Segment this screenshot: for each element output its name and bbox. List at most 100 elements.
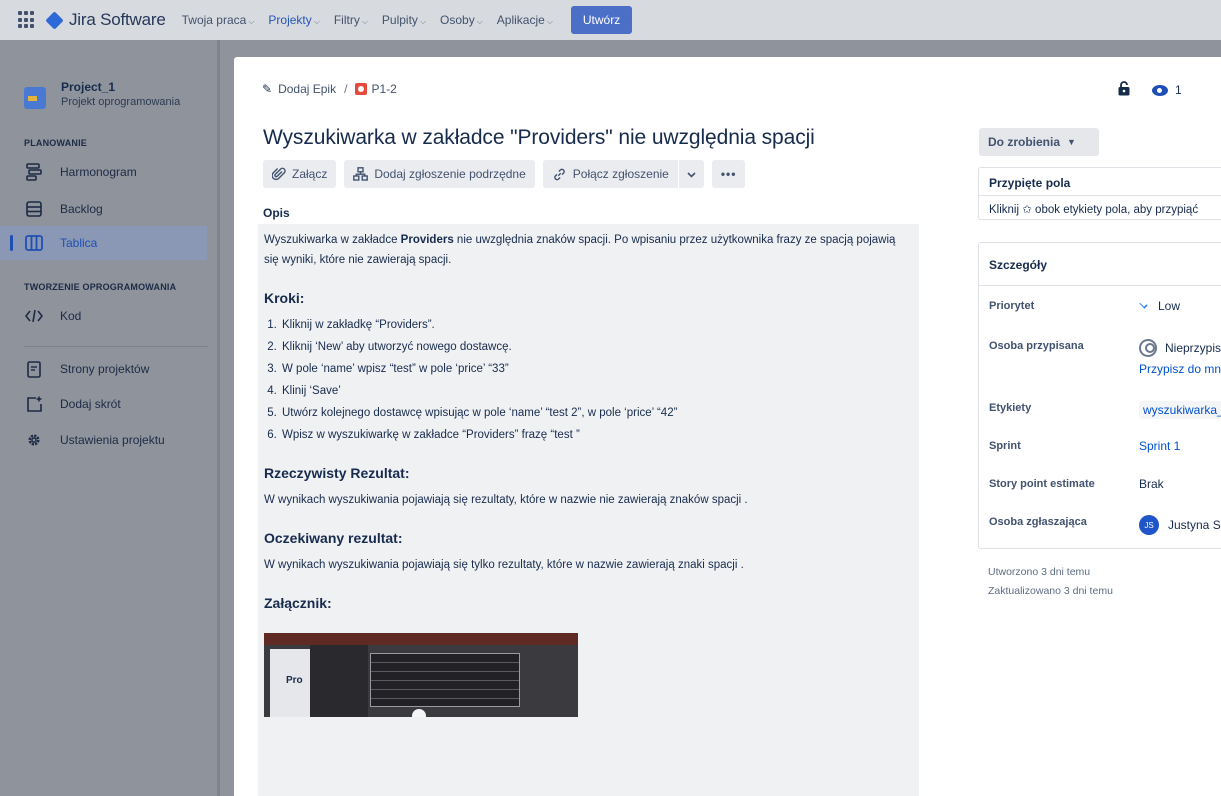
sidebar-item-code[interactable]: Kod [0, 299, 207, 333]
sidebar-item-label: Tablica [60, 236, 98, 250]
sidebar-item-backlog[interactable]: Backlog [0, 192, 207, 226]
nav-filters[interactable]: Filtry ⌵ [334, 13, 368, 27]
link-icon [552, 167, 567, 182]
active-indicator [10, 235, 13, 251]
updated-timestamp: Zaktualizowano 3 dni temu [988, 585, 1113, 597]
sidebar-item-project-pages[interactable]: Strony projektów [0, 352, 207, 386]
chevron-down-icon: ⌵ [361, 17, 368, 26]
nav-apps[interactable]: Aplikacje ⌵ [497, 13, 553, 27]
created-timestamp: Utworzono 3 dni temu [988, 566, 1091, 578]
add-shortcut-icon [25, 395, 43, 413]
list-item: Kliknij ‘New’ aby utworzyć nowego dostaw… [280, 337, 913, 357]
chevron-down-icon [687, 167, 696, 181]
eye-icon [1152, 84, 1168, 96]
issue-key-link[interactable]: P1-2 [371, 82, 396, 96]
chevron-down-icon: ⌵ [546, 17, 553, 26]
status-dropdown[interactable]: Do zrobienia ▼ [979, 128, 1099, 156]
app-switcher-icon[interactable] [18, 11, 36, 29]
brand-name: Jira Software [69, 10, 166, 29]
list-item: Utwórz kolejnego dostawcę wpisując w pol… [280, 403, 913, 423]
list-item: W pole ‘name’ wpisz “test” w pole ‘price… [280, 359, 913, 379]
details-heading[interactable]: Szczegóły [979, 243, 1221, 286]
avatar: JS [1139, 515, 1159, 535]
sidebar-item-label: Dodaj skrót [60, 397, 121, 411]
expected-result-text: W wynikach wyszukiwania pojawiają się ty… [264, 559, 744, 571]
assign-to-me-link[interactable]: Przypisz do mnie [1139, 362, 1221, 376]
top-navigation: Jira Software Twoja praca ⌵ Projekty ⌵ Fil… [0, 0, 1221, 40]
sidebar-resize-handle[interactable] [217, 40, 220, 796]
label-chip[interactable]: wyszukiwarka_ [1139, 401, 1221, 419]
actual-result-heading: Rzeczywisty Rezultat: [264, 465, 410, 481]
thumbnail-text: Pro [286, 675, 303, 686]
jira-logo[interactable]: Jira Software [45, 10, 166, 30]
watch-button[interactable]: 1 [1152, 83, 1182, 97]
sprint-link[interactable]: Sprint 1 [1139, 439, 1180, 453]
bug-icon [355, 83, 368, 95]
watcher-count: 1 [1175, 83, 1182, 97]
timeline-icon [25, 163, 43, 181]
play-icon[interactable] [412, 709, 426, 717]
project-name: Project_1 [61, 80, 116, 94]
description-heading: Opis [263, 206, 290, 220]
project-avatar [24, 87, 46, 109]
pencil-icon: ✎ [262, 82, 273, 96]
nav-people[interactable]: Osoby ⌵ [440, 13, 483, 27]
steps-list: Kliknij w zakładkę “Providers”. Kliknij … [264, 315, 913, 445]
section-development: TWORZENIE OPROGRAMOWANIA [24, 282, 177, 292]
expected-result-heading: Oczekiwany rezultat: [264, 530, 403, 546]
sidebar-divider [24, 346, 208, 347]
attachment-thumbnail[interactable]: Pro [264, 633, 578, 717]
sidebar-item-project-settings[interactable]: Ustawienia projektu [0, 423, 207, 457]
add-epic-link[interactable]: Dodaj Epik [278, 82, 336, 96]
board-icon [25, 234, 43, 252]
field-assignee[interactable]: Osoba przypisana Nieprzypisane Przypisz … [979, 326, 1221, 388]
pinned-fields-card: Przypięte pola Kliknij ✩ obok etykiety p… [978, 167, 1221, 220]
issue-toolbar: 1 [1118, 81, 1182, 99]
issue-view: ✎ Dodaj Epik / P1-2 1 Wyszukiwarka w zak… [234, 57, 1221, 796]
add-child-issue-button[interactable]: Dodaj zgłoszenie podrzędne [344, 160, 535, 188]
user-icon [1139, 339, 1157, 357]
chevron-down-icon: ⌵ [419, 17, 427, 26]
breadcrumb-separator: / [344, 82, 348, 96]
pinned-fields-heading: Przypięte pola [989, 176, 1071, 190]
steps-heading: Kroki: [264, 290, 305, 306]
details-card: Szczegóły Priorytet Low Osoba przypisana… [978, 242, 1221, 549]
backlog-icon [25, 200, 43, 218]
more-actions-button[interactable]: ••• [711, 160, 746, 188]
settings-icon [25, 431, 43, 449]
sidebar-item-board[interactable]: Tablica [0, 226, 207, 260]
description-intro: Wyszukiwarka w zakładce Providers nie uw… [264, 234, 896, 266]
project-type: Projekt oprogramowania [61, 96, 181, 108]
field-story-points[interactable]: Story point estimate Brak [979, 464, 1221, 502]
field-priority[interactable]: Priorytet Low [979, 286, 1221, 326]
paperclip-icon [272, 167, 286, 181]
link-issue-dropdown[interactable] [678, 160, 704, 188]
nav-projects[interactable]: Projekty ⌵ [268, 13, 319, 27]
chevron-down-icon: ⌵ [476, 17, 483, 26]
description-editor[interactable]: Wyszukiwarka w zakładce Providers nie uw… [258, 224, 919, 796]
sidebar-item-label: Backlog [60, 202, 103, 216]
issue-title[interactable]: Wyszukiwarka w zakładce "Providers" nie … [263, 126, 815, 150]
nav-your-work[interactable]: Twoja praca ⌵ [182, 13, 255, 27]
project-header[interactable]: Project_1 Projekt oprogramowania [24, 80, 180, 109]
field-labels[interactable]: Etykiety wyszukiwarka_ [979, 388, 1221, 426]
attach-button[interactable]: Załącz [263, 160, 337, 188]
chevron-down-icon: ⌵ [313, 17, 320, 26]
field-sprint[interactable]: Sprint Sprint 1 [979, 426, 1221, 464]
code-icon [25, 307, 43, 325]
field-reporter[interactable]: Osoba zgłaszająca JS Justyna S [979, 502, 1221, 540]
breadcrumb: ✎ Dodaj Epik / P1-2 [262, 82, 397, 96]
nav-dashboards[interactable]: Pulpity ⌵ [382, 13, 426, 27]
sidebar-item-add-shortcut[interactable]: Dodaj skrót [0, 387, 207, 421]
priority-low-icon [1139, 299, 1148, 309]
list-item: Klinij ‘Save’ [280, 381, 913, 401]
link-issue-button[interactable]: Połącz zgłoszenie [542, 160, 678, 188]
hierarchy-icon [353, 167, 369, 181]
sidebar: Project_1 Projekt oprogramowania PLANOWA… [0, 40, 220, 796]
lock-icon[interactable] [1118, 81, 1130, 99]
jira-diamond-icon [45, 10, 64, 30]
sidebar-item-timeline[interactable]: Harmonogram [0, 155, 207, 189]
chevron-down-icon: ⌵ [248, 17, 255, 26]
attachment-heading: Załącznik: [264, 595, 332, 611]
create-button[interactable]: Utwórz [570, 6, 633, 34]
